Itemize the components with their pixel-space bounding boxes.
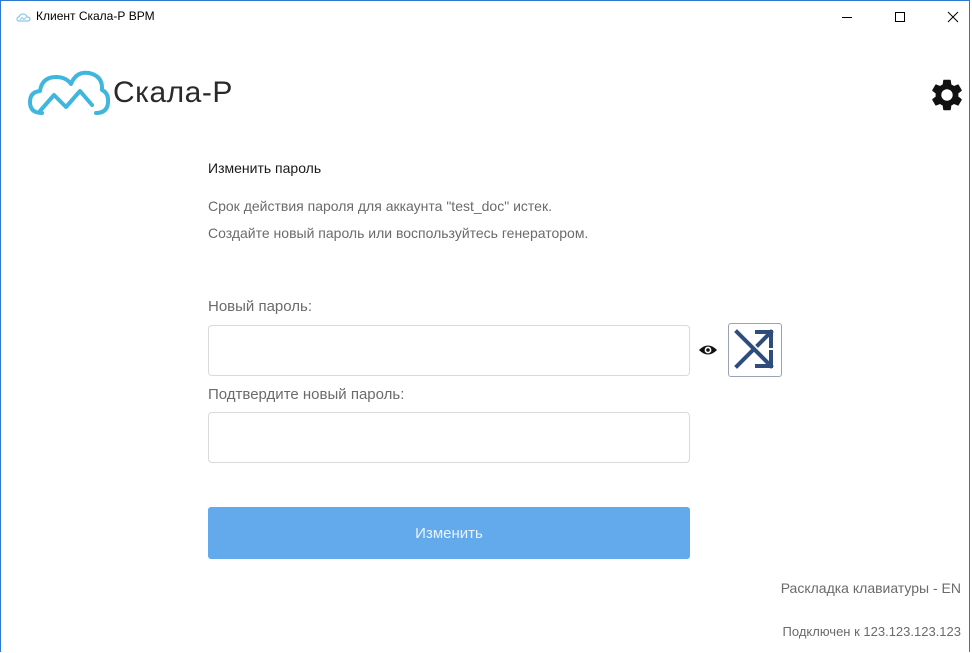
close-button[interactable] [930,1,969,32]
change-password-button[interactable]: Изменить [208,507,690,559]
generate-password-button[interactable] [728,323,782,377]
minimize-button[interactable] [824,1,870,32]
confirm-password-label: Подтвердите новый пароль: [208,386,405,403]
gear-icon[interactable] [928,76,966,114]
new-password-field[interactable] [208,325,690,376]
maximize-icon [895,11,905,22]
title-bar: Клиент Скала-Р ВРМ [1,1,969,32]
new-password-label: Новый пароль: [208,298,313,315]
brand-name: Скала-Р [113,76,233,109]
minimize-icon [842,16,852,18]
cloud-logo-icon [16,13,31,22]
confirm-password-field[interactable] [208,412,690,463]
eye-icon[interactable] [698,342,718,358]
page-title: Изменить пароль [208,160,322,176]
instruction-message: Создайте новый пароль или воспользуйтесь… [208,225,589,241]
close-icon [947,11,959,22]
app-window: Клиент Скала-Р ВРМ Скала-Р Изменить паро… [0,0,970,652]
keyboard-layout-indicator: Раскладка клавиатуры - EN [780,580,961,596]
shuffle-icon [734,329,774,369]
window-title: Клиент Скала-Р ВРМ [36,9,155,23]
maximize-button[interactable] [877,1,923,32]
expiry-message: Срок действия пароля для аккаунта "test_… [208,198,552,214]
connection-status: Подключен к 123.123.123.123 [782,624,961,639]
cloud-logo-icon [28,70,110,115]
